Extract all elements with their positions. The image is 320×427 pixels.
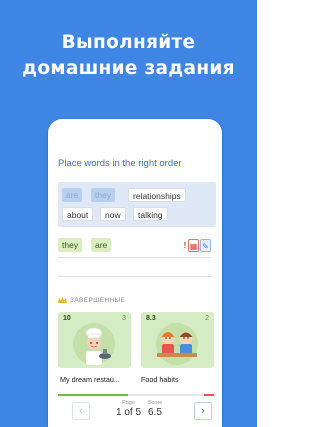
placed-word-ghost: they — [91, 188, 116, 202]
card-number: 3 — [122, 315, 126, 322]
completed-card[interactable]: 8.3 2 — [141, 312, 214, 368]
completed-section-label: ЗАВЕРШЕННЫЕ — [58, 297, 125, 304]
card-score: 8.3 — [146, 315, 156, 322]
word-chip[interactable]: now — [100, 207, 126, 221]
answer-word-chip[interactable]: they — [58, 238, 83, 252]
answer-word-chip[interactable]: are — [91, 238, 112, 252]
card-number: 2 — [205, 315, 209, 322]
card-title[interactable]: My dream restau... — [60, 375, 133, 384]
card-title[interactable]: Food habits — [141, 375, 214, 384]
answer-tools: ! ▦ ✎ — [182, 239, 212, 253]
promo-headline: Выполняйте домашние задания — [0, 30, 257, 82]
next-page-button[interactable]: › — [194, 402, 212, 420]
placed-word-ghost: are — [62, 188, 83, 202]
completed-label-text: ЗАВЕРШЕННЫЕ — [70, 297, 126, 304]
page-indicator: Page 1 of 5 — [116, 400, 141, 419]
document-icon[interactable]: ▦ — [188, 239, 199, 252]
word-chip[interactable]: talking — [133, 207, 168, 221]
prev-page-button[interactable]: ‹ — [72, 402, 90, 420]
wrench-icon[interactable]: ✎ — [200, 239, 211, 252]
page-label: Page — [122, 400, 135, 406]
chevron-right-icon: › — [201, 405, 205, 417]
progress-fill — [58, 394, 129, 396]
page-value: 1 of 5 — [116, 407, 142, 418]
word-chip[interactable]: relationships — [128, 188, 186, 202]
progress-bar — [58, 394, 214, 396]
crown-icon — [58, 297, 67, 303]
answer-row: they are ! ▦ ✎ — [58, 235, 212, 258]
chevron-left-icon: ‹ — [79, 405, 83, 417]
progress-end-marker — [204, 394, 214, 396]
word-bank: are they relationships about now talking — [58, 182, 216, 227]
completed-card[interactable]: 10 3 — [58, 312, 131, 368]
pager: ‹ Page 1 of 5 Score 6.5 › — [58, 400, 214, 422]
card-score: 10 — [63, 315, 71, 322]
phone-frame: Place words in the right order are they … — [48, 119, 222, 427]
empty-answer-line — [58, 276, 212, 277]
score-value: 6.5 — [148, 407, 162, 418]
task-instruction: Place words in the right order — [58, 158, 182, 169]
score-indicator: Score 6.5 — [148, 400, 162, 419]
promo-screen: Выполняйте домашние задания Place words … — [0, 0, 257, 427]
score-label: Score — [148, 400, 163, 406]
headline-line-2: домашние задания — [22, 58, 235, 79]
word-chip[interactable]: about — [62, 207, 94, 221]
headline-line-1: Выполняйте — [61, 32, 196, 53]
